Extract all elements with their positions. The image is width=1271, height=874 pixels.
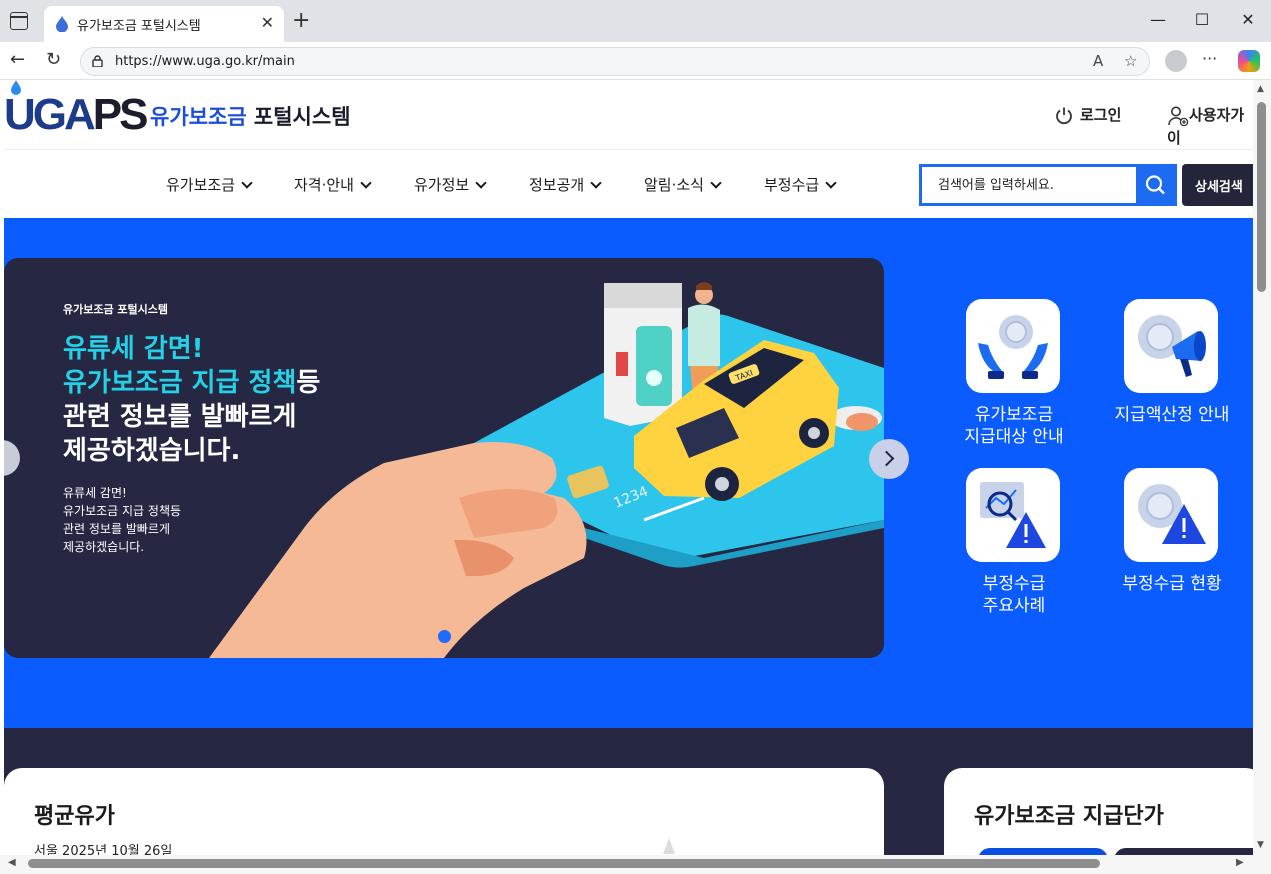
site-favicon-icon [56,16,68,32]
slide-next-button[interactable] [869,439,909,479]
vertical-scrollbar[interactable]: ▲ ▼ [1253,80,1271,855]
oil-drop-icon [11,80,21,95]
more-menu-icon[interactable]: ··· [1202,49,1217,68]
chevron-down-icon [360,177,372,189]
chevron-down-icon [241,177,253,189]
search-button[interactable] [1136,167,1174,203]
unit-price-tab[interactable] [978,848,1108,855]
vertical-scroll-thumb[interactable] [1257,102,1266,292]
copilot-icon[interactable] [1238,50,1260,72]
refresh-icon[interactable]: ↻ [46,49,61,70]
power-icon [1056,107,1072,124]
maximize-icon[interactable]: ☐ [1192,10,1212,29]
quick-link-eligibility[interactable] [966,299,1060,393]
hero-section: 1234 TAXI 유가보조금 포털시스템 유류세 감면! 유가보조금 지급 정… [4,218,1253,728]
hands-coin-icon [978,315,1048,379]
new-tab-icon[interactable]: + [292,8,310,33]
nav-item-fuel-info[interactable]: 유가정보 [414,174,487,195]
lock-icon [92,55,103,67]
unit-price-tab[interactable] [1114,848,1253,855]
site-header: UGAPS 유가보조금 포털시스템 로그인 사용자가이 [4,80,1253,150]
tab-title: 유가보조금 포털시스템 [77,19,201,34]
browser-titlebar: 유가보조금 포털시스템 ✕ + — ☐ ✕ [0,0,1271,42]
chevron-down-icon [590,177,602,189]
slide-kicker: 유가보조금 포털시스템 [63,303,169,316]
slide-description: 유류세 감면! 유가보조금 지급 정책등 관련 정보를 발빠르게 제공하겠습니다… [63,486,182,554]
quick-link-eligibility-label[interactable]: 유가보조금 지급대상 안내 [934,404,1094,448]
read-aloud-icon[interactable]: A [1093,52,1103,70]
quick-link-amount-label[interactable]: 지급액산정 안내 [1092,404,1252,426]
site-title[interactable]: 유가보조금 포털시스템 [150,101,351,131]
search-box [919,164,1177,206]
close-window-icon[interactable]: ✕ [1238,10,1258,29]
chevron-down-icon [825,177,837,189]
quick-link-cases-label[interactable]: 부정수급 주요사례 [934,573,1094,617]
chart-warning-icon [980,482,1046,548]
tab-close-icon[interactable]: ✕ [261,13,274,32]
scroll-left-icon[interactable]: ◀ [8,857,16,868]
tab-actions-icon[interactable] [10,12,28,30]
main-navigation: 유가보조금 자격·안내 유가정보 정보공개 알림·소식 부정수급 상세검색 [4,150,1253,218]
user-add-icon [1168,106,1189,126]
favorite-star-icon[interactable]: ☆ [1124,52,1137,70]
slide-headline: 유류세 감면! 유가보조금 지급 정책등 관련 정보를 발빠르게 제공하겠습니다… [63,334,321,466]
uga-ps-logo[interactable]: UGAPS [4,90,148,140]
search-input[interactable] [922,167,1136,203]
subsidy-unit-price-panel: 유가보조금 지급단가 [944,768,1253,855]
coin-warning-icon [1138,484,1206,544]
profile-avatar[interactable] [1165,50,1187,72]
scroll-right-icon[interactable]: ▶ [1236,857,1244,868]
quick-link-amount[interactable] [1124,299,1218,393]
chevron-down-icon [475,177,487,189]
nav-item-eligibility[interactable]: 자격·안내 [294,174,372,195]
url-text: https://www.uga.go.kr/main [115,54,295,69]
quick-link-status[interactable] [1124,468,1218,562]
nav-item-news[interactable]: 알림·소식 [644,174,722,195]
user-guide-link[interactable]: 사용자가이 [1167,104,1253,148]
avg-fuel-price-panel: 평균유가 서울 2025년 10월 26일 [4,768,884,855]
nav-item-fuel-subsidy[interactable]: 유가보조금 [166,174,253,195]
quick-link-cases[interactable] [966,468,1060,562]
nav-item-fraud[interactable]: 부정수급 [764,174,837,195]
gauge-needle-icon [663,838,675,854]
quick-link-status-label[interactable]: 부정수급 현황 [1092,573,1252,595]
chevron-down-icon [710,177,722,189]
megaphone-coin-icon [1138,315,1206,377]
slide-indicator-dot[interactable] [438,630,451,643]
main-slide[interactable]: 1234 TAXI 유가보조금 포털시스템 유류세 감면! 유가보조금 지급 정… [4,258,884,658]
browser-tab[interactable]: 유가보조금 포털시스템 ✕ [44,6,284,42]
address-bar[interactable]: https://www.uga.go.kr/main A ☆ [80,47,1150,76]
search-icon [1145,175,1165,195]
horizontal-scroll-thumb[interactable] [28,859,1100,868]
minimize-icon[interactable]: — [1148,10,1168,29]
nav-item-disclosure[interactable]: 정보공개 [529,174,602,195]
advanced-search-button[interactable]: 상세검색 [1182,164,1253,206]
horizontal-scrollbar[interactable]: ◀ ▶ [0,855,1271,874]
login-link[interactable]: 로그인 [1054,104,1121,126]
scroll-down-icon[interactable]: ▼ [1257,840,1264,850]
page-viewport: UGAPS 유가보조금 포털시스템 로그인 사용자가이 유가보조금 자격·안내 … [4,80,1253,855]
avg-fuel-price-title: 평균유가 [34,804,115,829]
scroll-up-icon[interactable]: ▲ [1257,84,1264,94]
browser-toolbar: ← ↻ https://www.uga.go.kr/main A ☆ ··· [0,42,1271,80]
info-section: 평균유가 서울 2025년 10월 26일 유가보조금 지급단가 [4,728,1253,855]
back-icon[interactable]: ← [10,49,25,70]
subsidy-unit-price-title: 유가보조금 지급단가 [974,804,1164,829]
avg-fuel-price-date: 서울 2025년 10월 26일 [34,844,173,855]
